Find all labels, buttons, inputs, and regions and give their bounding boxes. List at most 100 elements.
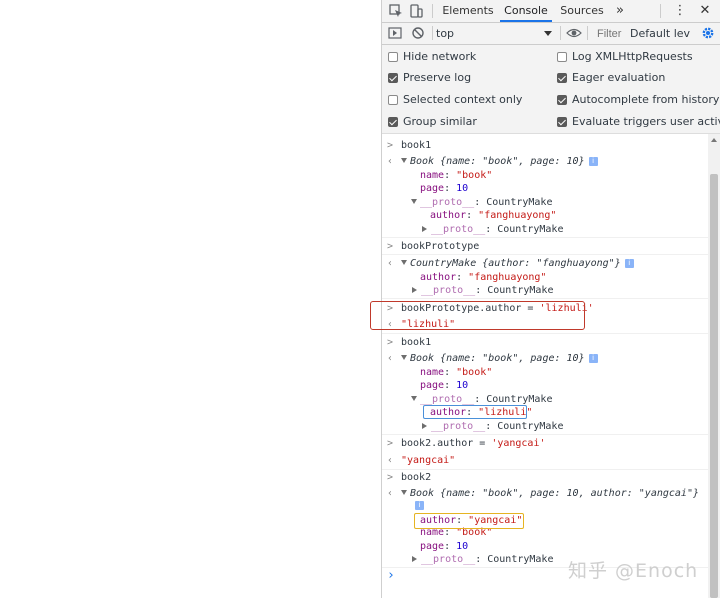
devtools-tabbar: Elements Console Sources » ⋮ ✕ xyxy=(382,0,720,23)
checkbox[interactable] xyxy=(557,73,567,83)
setting-label: Preserve log xyxy=(403,71,472,84)
tab-sources[interactable]: Sources xyxy=(558,0,606,22)
console-command: bookPrototype xyxy=(401,241,480,252)
object-property: name: "book" xyxy=(420,367,493,378)
checkbox[interactable] xyxy=(557,52,567,62)
info-icon: i xyxy=(588,157,598,166)
live-expression-eye-icon[interactable] xyxy=(566,25,582,41)
console-input-line: > book2 xyxy=(382,471,708,484)
setting-label: Evaluate triggers user activation xyxy=(572,115,720,128)
expand-triangle-right-icon[interactable] xyxy=(412,556,417,562)
object-property: page: 10 xyxy=(420,541,469,552)
checkbox[interactable] xyxy=(557,95,567,105)
checkbox[interactable] xyxy=(388,117,398,127)
console-input-line: > book1 xyxy=(382,139,708,152)
console-input-line: > book1 xyxy=(382,336,708,349)
expand-triangle-down-icon[interactable] xyxy=(411,199,417,204)
object-preview: Book {name: "book", page: 10} xyxy=(410,156,585,167)
info-icon: i xyxy=(588,354,598,363)
tab-console[interactable]: Console xyxy=(500,0,552,22)
tab-divider xyxy=(432,4,433,18)
more-tabs-button[interactable]: » xyxy=(610,0,630,22)
checkbox[interactable] xyxy=(388,95,398,105)
object-property[interactable]: __proto__: CountryMake xyxy=(382,196,708,209)
tab-elements[interactable]: Elements xyxy=(440,0,496,22)
console-divider xyxy=(382,298,708,299)
toolbar-divider xyxy=(560,26,561,40)
object-property: page: 10 xyxy=(420,183,469,194)
kebab-menu-icon[interactable]: ⋮ xyxy=(672,0,688,22)
toolbar-divider xyxy=(432,26,433,40)
context-value: top xyxy=(436,27,455,40)
console-settings-pane: Hide network Log XMLHttpRequests Preserv… xyxy=(382,45,720,134)
object-preview: Book {name: "book", page: 10, author: "y… xyxy=(410,488,699,499)
console-divider xyxy=(382,469,708,470)
device-toolbar-icon[interactable] xyxy=(408,3,424,19)
console-command: book1 xyxy=(401,140,432,151)
checkbox[interactable] xyxy=(388,52,398,62)
setting-label: Autocomplete from history xyxy=(572,93,720,106)
console-command: book1 xyxy=(401,337,432,348)
input-chevron-icon: > xyxy=(387,337,394,348)
setting-label: Log XMLHttpRequests xyxy=(572,50,693,63)
prompt-chevron-icon: › xyxy=(387,568,395,583)
expand-triangle-down-icon[interactable] xyxy=(401,260,407,265)
object-property: page: 10 xyxy=(420,380,469,391)
checkbox[interactable] xyxy=(557,117,567,127)
result-arrow-icon: ‹ xyxy=(387,258,394,269)
scroll-up-arrow-icon[interactable] xyxy=(711,138,717,142)
info-icon: i xyxy=(415,501,424,510)
result-arrow-icon: ‹ xyxy=(387,156,394,167)
console-scrollbar[interactable] xyxy=(708,134,720,598)
console-result-line[interactable]: ‹ Book {name: "book", page: 10} i xyxy=(382,155,708,168)
expand-triangle-down-icon[interactable] xyxy=(401,490,407,495)
setting-label: Hide network xyxy=(403,50,477,63)
object-property: author: "fanghuayong" xyxy=(430,210,557,221)
scrollbar-thumb[interactable] xyxy=(710,174,718,598)
console-input-line: > bookPrototype xyxy=(382,240,708,253)
input-chevron-icon: > xyxy=(387,438,394,449)
expand-triangle-right-icon[interactable] xyxy=(412,287,417,293)
result-value: "yangcai" xyxy=(401,455,456,466)
log-levels-select[interactable]: Default leve xyxy=(630,25,690,42)
expand-triangle-down-icon[interactable] xyxy=(401,355,407,360)
annotation-yellow-box xyxy=(414,513,524,529)
console-input-line: > book2.author = 'yangcai' xyxy=(387,438,546,449)
console-result-line[interactable]: ‹ Book {name: "book", page: 10} i xyxy=(382,352,708,365)
result-arrow-icon: ‹ xyxy=(387,353,394,364)
object-property[interactable]: __proto__: CountryMake xyxy=(382,420,708,433)
console-result-line: ‹ "yangcai" xyxy=(382,454,708,467)
settings-gear-icon[interactable] xyxy=(700,25,716,41)
setting-label: Eager evaluation xyxy=(572,71,666,84)
input-chevron-icon: > xyxy=(387,241,394,252)
expand-triangle-down-icon[interactable] xyxy=(401,158,407,163)
checkbox[interactable] xyxy=(388,73,398,83)
chevron-down-icon xyxy=(544,31,552,36)
execution-context-select[interactable]: top xyxy=(436,25,552,42)
page-viewport xyxy=(0,0,382,598)
console-divider xyxy=(382,237,708,238)
object-preview: CountryMake {author: "fanghuayong"} xyxy=(410,258,621,269)
object-property: name: "book" xyxy=(420,170,493,181)
close-devtools-icon[interactable]: ✕ xyxy=(696,0,714,22)
clear-console-icon[interactable] xyxy=(410,25,426,41)
console-divider xyxy=(382,434,708,435)
input-chevron-icon: > xyxy=(387,472,394,483)
console-divider xyxy=(382,254,708,255)
sidebar-toggle-icon[interactable] xyxy=(387,25,403,41)
annotation-blue-box xyxy=(423,405,527,419)
inspect-element-icon[interactable] xyxy=(388,3,404,19)
input-chevron-icon: > xyxy=(387,140,394,151)
object-property[interactable]: __proto__: CountryMake xyxy=(382,284,708,297)
expand-triangle-right-icon[interactable] xyxy=(422,226,427,232)
annotation-red-box xyxy=(370,301,585,330)
setting-label: Selected context only xyxy=(403,93,523,106)
expand-triangle-right-icon[interactable] xyxy=(422,423,427,429)
object-property[interactable]: __proto__: CountryMake xyxy=(382,223,708,236)
expand-triangle-down-icon[interactable] xyxy=(411,396,417,401)
setting-label: Group similar xyxy=(403,115,477,128)
console-divider xyxy=(382,333,708,334)
result-arrow-icon: ‹ xyxy=(387,455,394,466)
object-property: author: "fanghuayong" xyxy=(420,272,547,283)
console-result-line[interactable]: ‹ CountryMake {author: "fanghuayong"} i xyxy=(382,257,708,270)
